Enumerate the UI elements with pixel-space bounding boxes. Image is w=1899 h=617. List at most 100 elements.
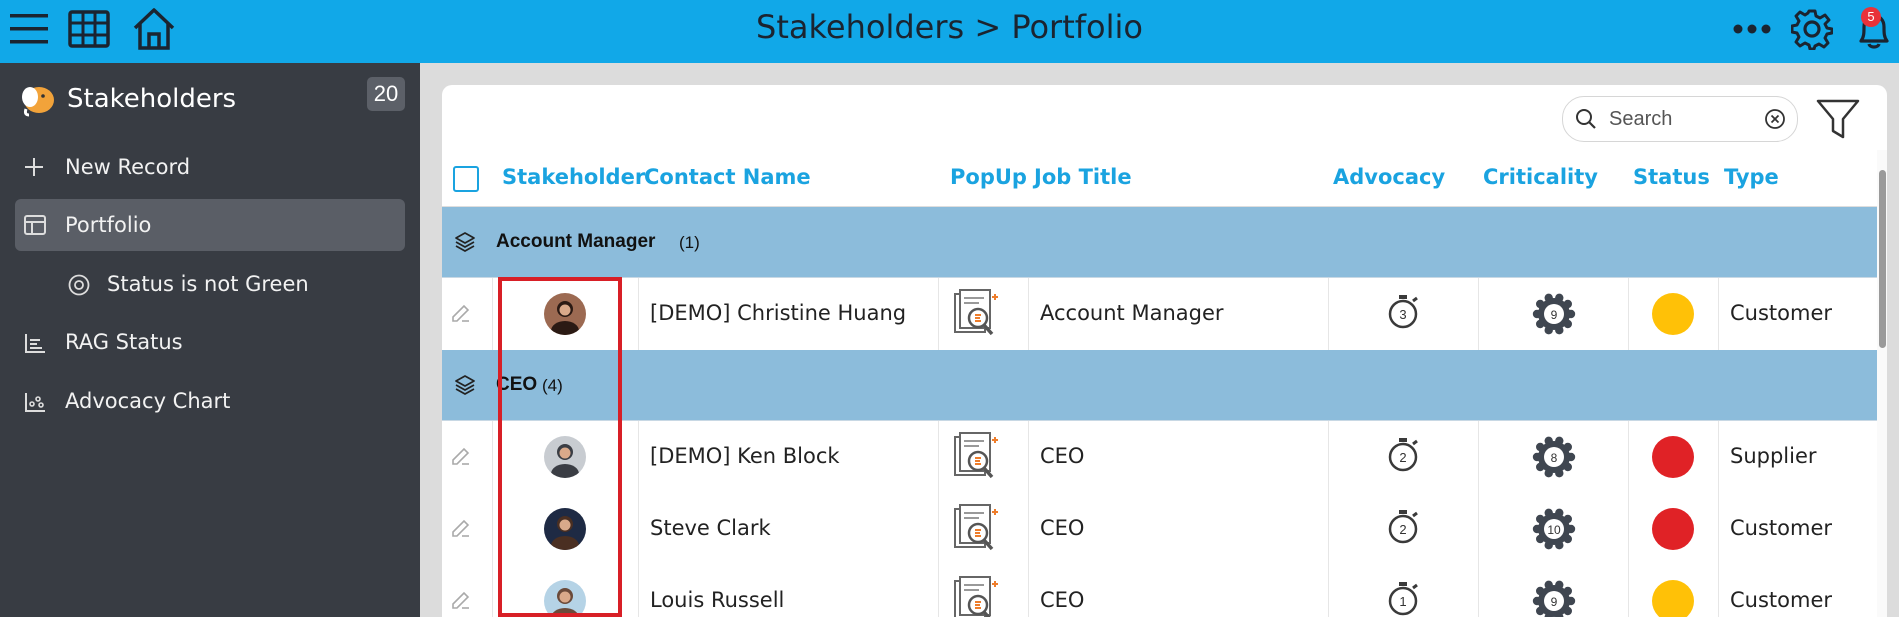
contact-name[interactable]: Louis Russell — [650, 588, 784, 612]
edit-icon[interactable] — [450, 589, 472, 616]
filter-icon[interactable] — [1816, 98, 1860, 140]
column-contact-name[interactable]: Contact Name — [644, 165, 811, 189]
column-advocacy[interactable]: Advocacy — [1333, 165, 1445, 189]
column-stakeholder[interactable]: Stakeholder — [502, 165, 645, 189]
cell-divider — [938, 421, 939, 493]
cell-divider — [638, 565, 639, 617]
popup-icon[interactable] — [951, 503, 1001, 560]
stakeholder-column-highlight — [498, 277, 622, 617]
cell-divider — [638, 278, 639, 350]
cell-divider — [492, 565, 493, 617]
cell-divider — [1328, 421, 1329, 493]
sidebar-item-label: Status is not Green — [107, 272, 309, 296]
page-title: Stakeholders > Portfolio — [756, 8, 1143, 46]
cell-divider — [1028, 278, 1029, 350]
cell-divider — [1478, 565, 1479, 617]
svg-text:8: 8 — [1551, 451, 1558, 465]
sidebar-item-status-not-green[interactable]: Status is not Green — [15, 258, 405, 310]
cell-divider — [1028, 565, 1029, 617]
edit-icon[interactable] — [450, 302, 472, 329]
advocacy-stopwatch-icon: 3 — [1385, 292, 1423, 337]
svg-text:2: 2 — [1399, 522, 1406, 537]
group-row[interactable]: CEO (4) — [442, 350, 1877, 421]
vertical-scrollbar[interactable] — [1877, 150, 1887, 617]
record-count-badge: 20 — [367, 77, 405, 111]
cell-divider — [1718, 278, 1719, 350]
elephant-logo-icon — [22, 87, 54, 117]
cell-divider — [638, 493, 639, 565]
gear-icon[interactable] — [1791, 8, 1833, 50]
cell-divider — [938, 565, 939, 617]
cell-divider — [1628, 421, 1629, 493]
table-icon — [24, 215, 46, 235]
table-row[interactable]: Louis Russell CEO 1 9 Customer — [442, 565, 1877, 617]
svg-text:9: 9 — [1551, 308, 1558, 322]
cell-divider — [1028, 421, 1029, 493]
sidebar-item-portfolio[interactable]: Portfolio — [15, 199, 405, 251]
search-icon — [1576, 109, 1596, 129]
sidebar-item-advocacy-chart[interactable]: Advocacy Chart — [15, 375, 405, 427]
cell-divider — [1478, 278, 1479, 350]
portfolio-panel: Stakeholder Contact Name PopUp Job Title… — [442, 85, 1887, 617]
advocacy-stopwatch-icon: 1 — [1385, 579, 1423, 617]
table-row[interactable]: Steve Clark CEO 2 10 Customer — [442, 493, 1877, 566]
cell-divider — [1328, 493, 1329, 565]
top-bar: Stakeholders > Portfolio 5 — [0, 0, 1899, 63]
contact-name[interactable]: [DEMO] Christine Huang — [650, 301, 906, 325]
table-row[interactable]: [DEMO] Christine Huang Account Manager 3 9 C… — [442, 278, 1877, 351]
status-dot — [1652, 436, 1694, 478]
group-row[interactable]: Account Manager (1) — [442, 207, 1877, 278]
criticality-cog-icon: 9 — [1532, 292, 1576, 341]
advocacy-stopwatch-icon: 2 — [1385, 507, 1423, 552]
job-title: CEO — [1040, 444, 1085, 468]
column-popup[interactable]: PopUp — [950, 165, 1027, 189]
popup-icon[interactable] — [951, 575, 1001, 617]
cell-divider — [492, 278, 493, 350]
sidebar-item-label: RAG Status — [65, 330, 183, 354]
scrollbar-thumb[interactable] — [1879, 170, 1886, 348]
type-label: Customer — [1730, 588, 1833, 612]
edit-icon[interactable] — [450, 517, 472, 544]
group-name: Account Manager — [496, 231, 656, 252]
job-title: CEO — [1040, 588, 1085, 612]
type-label: Customer — [1730, 516, 1833, 540]
clear-search-icon[interactable] — [1764, 108, 1786, 130]
svg-text:3: 3 — [1399, 307, 1406, 322]
column-status[interactable]: Status — [1633, 165, 1710, 189]
layers-icon — [454, 374, 476, 401]
type-label: Supplier — [1730, 444, 1817, 468]
column-job-title[interactable]: Job Title — [1034, 165, 1132, 189]
contact-name[interactable]: [DEMO] Ken Block — [650, 444, 840, 468]
svg-text:9: 9 — [1551, 595, 1558, 609]
layers-icon — [454, 231, 476, 258]
table-row[interactable]: [DEMO] Ken Block CEO 2 8 Supplier — [442, 421, 1877, 494]
scatter-chart-icon — [25, 393, 45, 412]
cell-divider — [938, 278, 939, 350]
status-dot — [1652, 508, 1694, 550]
popup-icon[interactable] — [951, 431, 1001, 488]
edit-icon[interactable] — [450, 445, 472, 472]
criticality-cog-icon: 8 — [1532, 435, 1576, 484]
filter-view-icon — [68, 274, 90, 296]
bar-chart-icon — [25, 334, 45, 353]
popup-icon[interactable] — [951, 288, 1001, 345]
sidebar-app-name: Stakeholders — [67, 84, 237, 114]
contact-name[interactable]: Steve Clark — [650, 516, 771, 540]
status-dot — [1652, 580, 1694, 617]
cell-divider — [1328, 278, 1329, 350]
job-title: Account Manager — [1040, 301, 1224, 325]
search-box[interactable] — [1562, 96, 1798, 142]
cell-divider — [1718, 565, 1719, 617]
cell-divider — [938, 493, 939, 565]
plus-icon — [25, 158, 43, 176]
select-all-checkbox[interactable] — [453, 166, 479, 192]
more-icon[interactable] — [1733, 24, 1771, 34]
svg-text:1: 1 — [1399, 594, 1406, 609]
sidebar-item-rag-status[interactable]: RAG Status — [15, 316, 405, 368]
search-input[interactable] — [1607, 105, 1761, 133]
sidebar-item-new-record[interactable]: New Record — [15, 141, 405, 193]
column-type[interactable]: Type — [1724, 165, 1779, 189]
svg-text:2: 2 — [1399, 450, 1406, 465]
cell-divider — [1478, 421, 1479, 493]
column-criticality[interactable]: Criticality — [1483, 165, 1598, 189]
